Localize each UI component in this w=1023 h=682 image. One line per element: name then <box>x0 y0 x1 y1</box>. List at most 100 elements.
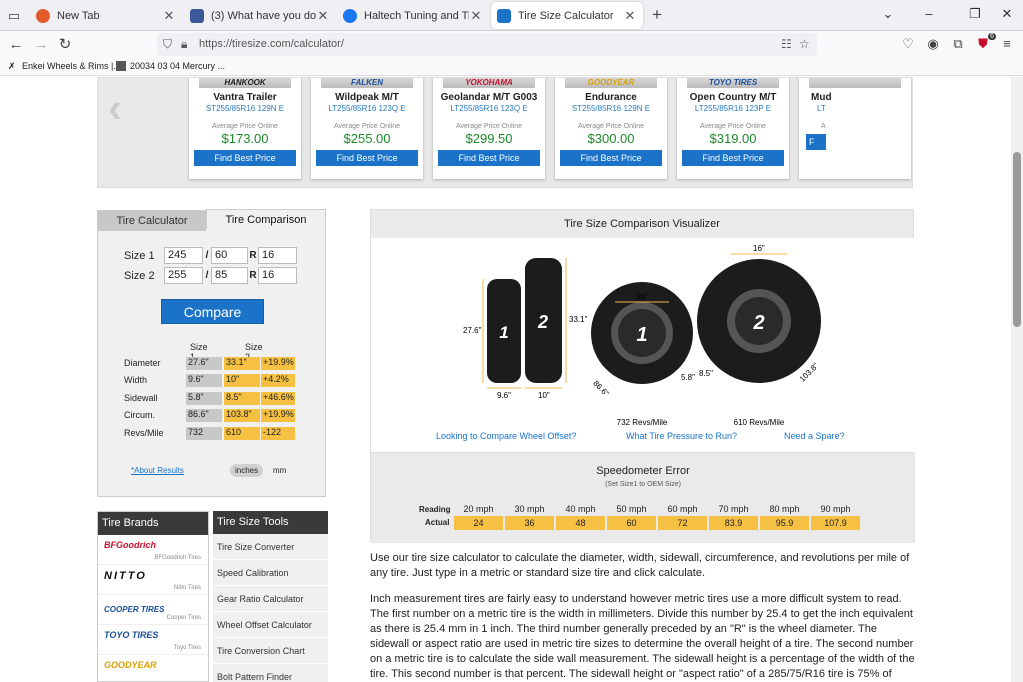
account-icon[interactable]: ◉ <box>924 36 942 52</box>
tab-facebook-post[interactable]: (3) What have you done to your ✕ <box>184 2 336 29</box>
brand-item[interactable]: GOODYEAR <box>98 655 208 681</box>
tab-list-icon[interactable]: ▭ <box>4 6 24 26</box>
tab-tire-calculator[interactable]: Tire Calculator <box>98 211 206 231</box>
find-best-price-button[interactable]: Find Best Price <box>682 150 784 166</box>
tab-new-tab[interactable]: New Tab ✕ <box>30 2 182 29</box>
tire-size-link[interactable]: LT255/85R16 123Q E <box>311 104 423 113</box>
back-icon[interactable]: ← <box>6 35 26 55</box>
tire-name[interactable]: Wildpeak M/T <box>311 92 423 103</box>
tab-tire-comparison[interactable]: Tire Comparison <box>206 209 326 229</box>
tire-card[interactable]: GOODYEAR Endurance ST255/85R16 129N E Av… <box>555 78 667 179</box>
tire1-width: 9.6" <box>497 391 511 400</box>
new-tab-icon[interactable]: + <box>648 6 666 24</box>
menu-icon[interactable]: ≡ <box>998 36 1016 51</box>
tool-link[interactable]: Gear Ratio Calculator <box>213 586 328 612</box>
tire-size-link[interactable]: ST255/85R16 129N E <box>189 104 301 113</box>
lock-icon[interactable]: 🔒︎ <box>181 37 187 52</box>
scrollbar-thumb[interactable] <box>1013 152 1021 327</box>
tire-size-link[interactable]: LT255/85R16 123P E <box>677 104 789 113</box>
size2-width-input[interactable]: 255 <box>164 267 203 284</box>
tool-link[interactable]: Speed Calibration <box>213 560 328 586</box>
tire-name[interactable]: Open Country M/T <box>677 92 789 103</box>
tab-tire-size-calculator[interactable]: Tire Size Calculator ✕ <box>491 2 643 29</box>
find-best-price-button[interactable]: Find Best Price <box>560 150 662 166</box>
wheel-offset-link[interactable]: Looking to Compare Wheel Offset? <box>436 431 576 441</box>
ublock-icon[interactable]: ⛊ 6 <box>974 33 996 52</box>
tire1-front-number: 1 <box>636 324 647 346</box>
bookmark-star-icon[interactable]: ☆ <box>799 37 810 51</box>
size1-ratio-input[interactable]: 60 <box>211 247 248 264</box>
tire-card[interactable]: HANKOOK Vantra Trailer ST255/85R16 129N … <box>189 78 301 179</box>
tire-card[interactable]: TOYO TIRES Open Country M/T LT255/85R16 … <box>677 78 789 179</box>
size2-ratio-input[interactable]: 85 <box>211 267 248 284</box>
bookmark-enkei[interactable]: ✗ Enkei Wheels & Rims |... <box>8 61 121 71</box>
tool-link[interactable]: Bolt Pattern Finder <box>213 664 328 682</box>
tire-pressure-link[interactable]: What Tire Pressure to Run? <box>626 431 737 441</box>
tire-card-partial[interactable]: Mud LT A F <box>799 78 911 179</box>
brand-item[interactable]: NITTO Nitto Tires <box>98 565 208 595</box>
find-best-price-button[interactable]: Find Best Price <box>316 150 418 166</box>
about-results-link[interactable]: *About Results <box>131 466 184 475</box>
close-icon[interactable]: ✕ <box>162 8 176 24</box>
bookmark-mercury[interactable]: 20034 03 04 Mercury ... <box>116 61 225 71</box>
tire-card[interactable]: FALKEN Wildpeak M/T LT255/85R16 123Q E A… <box>311 78 423 179</box>
site-favicon-icon <box>190 8 204 23</box>
brand-logo: TOYO TIRES <box>104 630 159 640</box>
r-label: R <box>249 270 257 281</box>
page-scrollbar[interactable] <box>1011 77 1023 682</box>
minimize-icon[interactable]: – <box>920 6 938 21</box>
reload-icon[interactable]: ↻ <box>55 35 75 55</box>
pocket-icon[interactable]: ♡ <box>899 36 917 52</box>
size1-value: 732 <box>186 426 222 440</box>
tab-haltech[interactable]: Haltech Tuning and Tips | I pur ✕ <box>337 2 489 29</box>
shield-icon[interactable]: ⛉ <box>163 37 172 52</box>
tool-link[interactable]: Wheel Offset Calculator <box>213 612 328 638</box>
chevron-left-icon[interactable]: ‹ <box>108 84 122 132</box>
firefox-icon <box>36 8 50 23</box>
tire-size-link[interactable]: LT255/85R16 123Q E <box>433 104 545 113</box>
address-bar[interactable]: ⛉ 🔒︎ https://tiresize.com/calculator/ ☷ … <box>157 33 817 56</box>
close-icon[interactable]: ✕ <box>316 8 330 24</box>
tire-name[interactable]: Mud <box>799 92 911 103</box>
brands-heading: Tire Brands <box>98 512 208 535</box>
unit-mm-button[interactable]: mm <box>268 464 291 477</box>
comparison-visualizer: Tire Size Comparison Visualizer 1 2 27.6… <box>370 209 915 543</box>
unit-inches-button[interactable]: inches <box>230 464 264 477</box>
tire-card[interactable]: YOKOHAMA Geolandar M/T G003 LT255/85R16 … <box>433 78 545 179</box>
find-best-price-button[interactable]: F <box>806 134 826 150</box>
reader-view-icon[interactable]: ☷ <box>781 37 792 51</box>
visualizer-title: Tire Size Comparison Visualizer <box>564 218 720 230</box>
slash: / <box>205 270 209 281</box>
size1-rim-input[interactable]: 16 <box>258 247 297 264</box>
chevron-down-icon[interactable]: ⌄ <box>879 6 897 22</box>
size1-width-input[interactable]: 245 <box>164 247 203 264</box>
size1-row: Size 1 245 / 60 R 16 <box>124 247 297 264</box>
brand-logo: GOODYEAR <box>587 78 635 87</box>
tool-link[interactable]: Tire Size Converter <box>213 534 328 560</box>
row-label: Circum. <box>124 410 155 420</box>
tire-size-link[interactable]: ST255/85R16 129N E <box>555 104 667 113</box>
size2-rim-input[interactable]: 16 <box>258 267 297 284</box>
brand-item[interactable]: TOYO TIRES Toyo Tires <box>98 625 208 655</box>
tire-name[interactable]: Endurance <box>555 92 667 103</box>
price-label: Average Price Online <box>699 123 767 130</box>
brand-item[interactable]: COOPER TIRES Cooper Tires <box>98 595 208 625</box>
close-icon[interactable]: ✕ <box>469 8 483 24</box>
extensions-icon[interactable]: ⧉ <box>949 36 967 52</box>
bookmark-label: 20034 03 04 Mercury ... <box>130 61 226 71</box>
tire-name[interactable]: Vantra Trailer <box>189 92 301 103</box>
tire-name[interactable]: Geolandar M/T G003 <box>433 92 545 103</box>
find-best-price-button[interactable]: Find Best Price <box>438 150 540 166</box>
compare-button[interactable]: Compare <box>161 299 264 324</box>
brand-item[interactable]: BFGoodrich BFGoodrich Tires <box>98 535 208 565</box>
tire-size-link[interactable]: LT <box>799 104 911 113</box>
url-text[interactable]: https://tiresize.com/calculator/ <box>199 38 344 50</box>
restore-icon[interactable]: ❐ <box>966 6 984 22</box>
need-spare-link[interactable]: Need a Spare? <box>784 431 845 441</box>
find-best-price-button[interactable]: Find Best Price <box>194 150 296 166</box>
tool-link[interactable]: Tire Conversion Chart <box>213 638 328 664</box>
close-icon[interactable]: ✕ <box>623 8 637 24</box>
forward-icon[interactable]: → <box>31 35 51 55</box>
window-close-icon[interactable]: ✕ <box>998 6 1016 22</box>
brand-logo: COOPER TIRES <box>104 605 165 614</box>
